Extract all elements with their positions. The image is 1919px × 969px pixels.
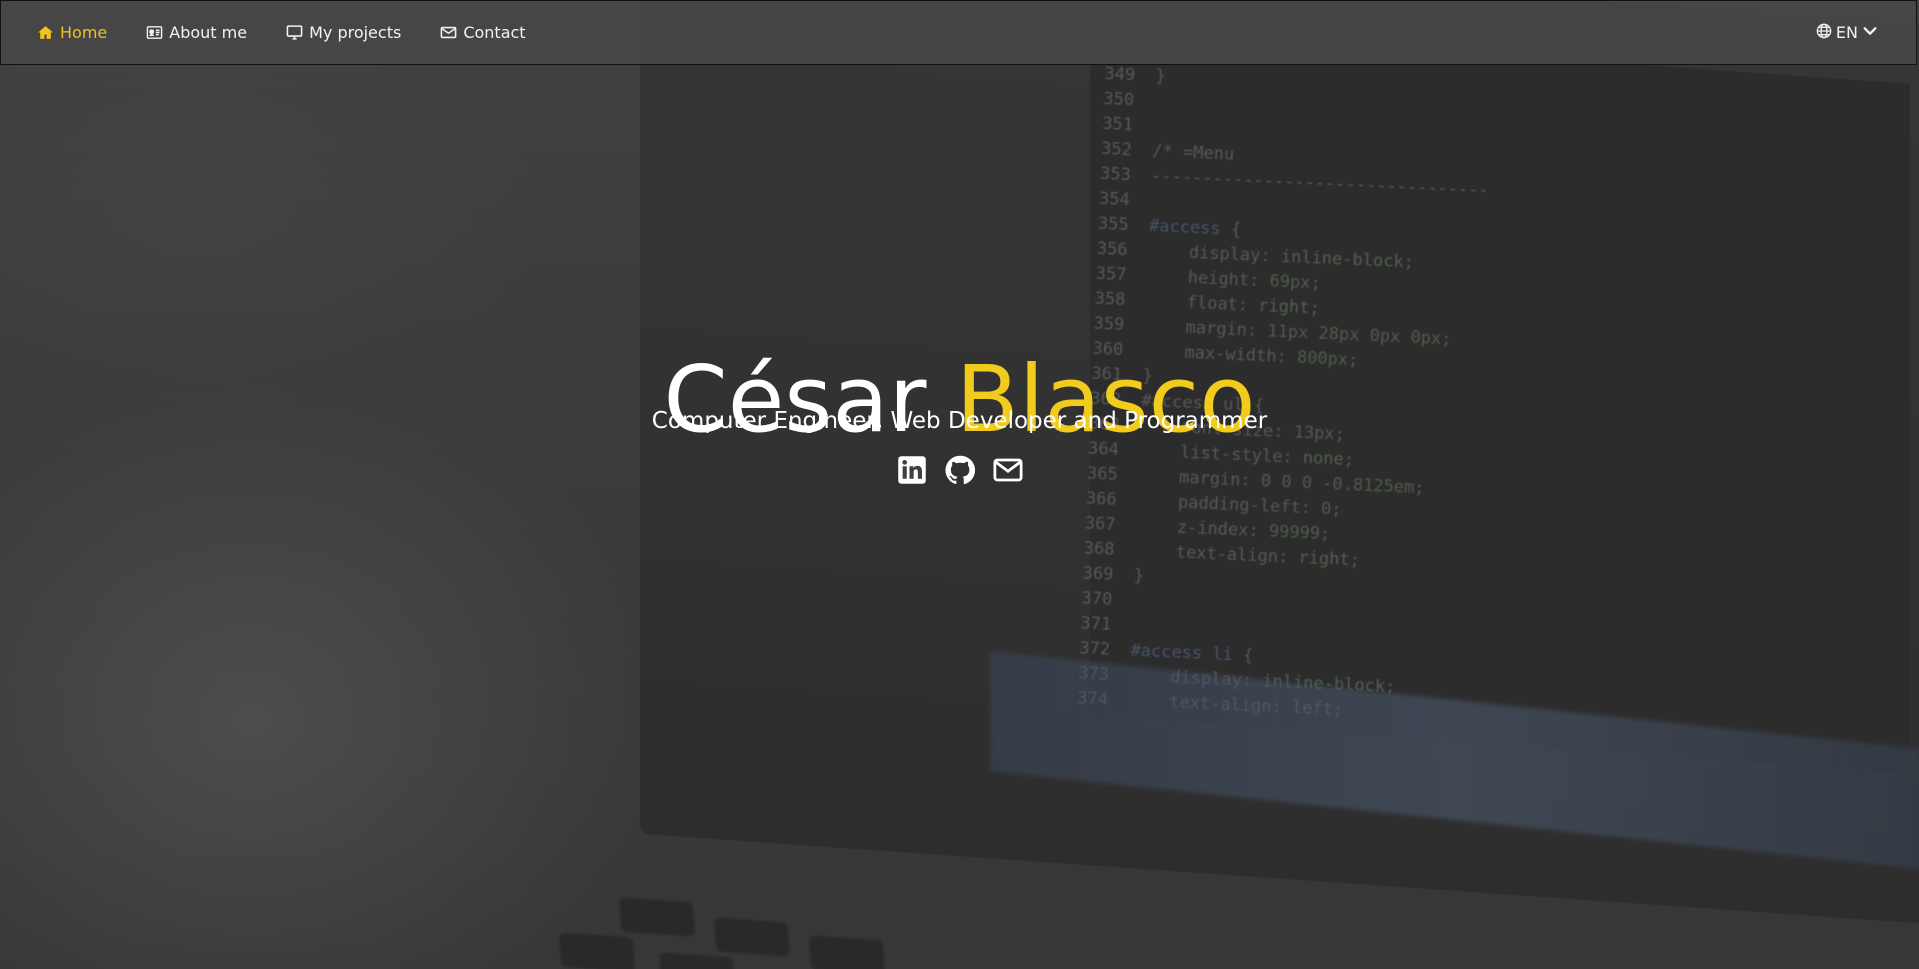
hero-last-name: Blasco bbox=[955, 345, 1256, 453]
nav-item-label: About me bbox=[169, 23, 248, 42]
globe-icon bbox=[1816, 23, 1832, 43]
hero-subtitle: Computer Engineer, Web Developer and Pro… bbox=[651, 408, 1268, 434]
id-card-icon bbox=[146, 24, 163, 41]
language-selector[interactable]: EN bbox=[1816, 23, 1878, 43]
email-link[interactable] bbox=[993, 455, 1023, 485]
envelope-icon bbox=[440, 24, 457, 41]
nav-menu: Home About me My projects Contact bbox=[1, 18, 1816, 48]
hero-title: César Blasco bbox=[0, 345, 1919, 455]
desktop-icon bbox=[286, 24, 303, 41]
linkedin-icon bbox=[897, 455, 927, 485]
language-label: EN bbox=[1835, 23, 1858, 42]
github-icon bbox=[944, 455, 975, 485]
hero: César Blasco Computer Engineer, Web Deve… bbox=[0, 0, 1919, 969]
social-links bbox=[0, 455, 1919, 485]
nav-item-projects[interactable]: My projects bbox=[286, 18, 401, 48]
nav-item-label: Home bbox=[60, 23, 108, 42]
nav-item-home[interactable]: Home bbox=[37, 18, 107, 48]
chevron-down-icon bbox=[1862, 23, 1878, 43]
nav-item-label: Contact bbox=[463, 23, 526, 42]
linkedin-link[interactable] bbox=[897, 455, 927, 485]
envelope-icon bbox=[993, 455, 1023, 485]
github-link[interactable] bbox=[944, 455, 975, 485]
nav-item-about[interactable]: About me bbox=[146, 18, 247, 48]
nav-item-contact[interactable]: Contact bbox=[440, 18, 526, 48]
navbar: Home About me My projects Contact EN bbox=[0, 0, 1917, 65]
hero-first-name: César bbox=[663, 345, 927, 453]
home-icon bbox=[37, 24, 54, 41]
nav-item-label: My projects bbox=[309, 23, 402, 42]
